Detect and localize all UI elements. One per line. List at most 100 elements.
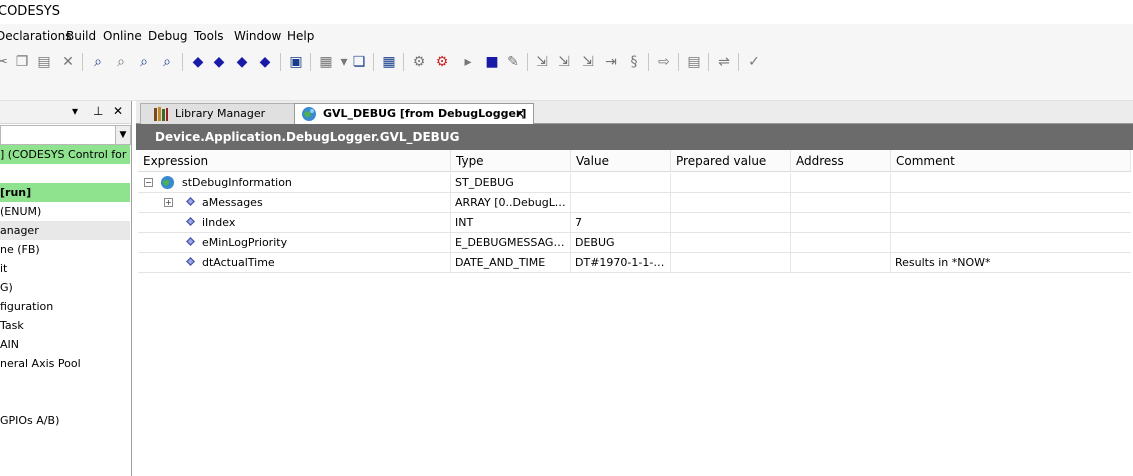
variable-icon — [186, 257, 195, 266]
tree-item-axis-pool[interactable]: neral Axis Pool — [0, 354, 130, 373]
cell-prepared-value[interactable] — [671, 173, 791, 192]
column-prepared-value[interactable]: Prepared value — [671, 150, 791, 172]
cell-prepared-value[interactable] — [671, 193, 791, 212]
expand-icon[interactable]: + — [164, 198, 173, 207]
force-values-icon[interactable]: ⇌ — [716, 54, 732, 70]
tree-item-unit[interactable]: it — [0, 259, 130, 278]
menu-window[interactable]: Window — [234, 29, 281, 43]
library-icon — [154, 107, 168, 121]
add-object-icon[interactable]: ▦ — [318, 54, 334, 70]
cell-type: INT — [451, 213, 571, 232]
close-pane-icon[interactable]: ✕ — [113, 104, 123, 118]
title-bar: CODESYS — [0, 0, 1133, 24]
cell-comment — [891, 233, 1131, 252]
device-selector[interactable]: ▼ — [0, 125, 131, 145]
logout-icon[interactable]: ◆ — [211, 54, 227, 70]
tab-library-manager[interactable]: Library Manager — [140, 103, 298, 124]
cell-prepared-value[interactable] — [671, 253, 791, 272]
tree-item-device[interactable]: ] (CODESYS Control for Raspberry Pi) — [0, 145, 130, 164]
close-tab-icon[interactable]: ✕ — [515, 104, 525, 124]
tree-item-gpios[interactable]: GPIOs A/B) — [0, 411, 130, 430]
column-type[interactable]: Type — [451, 150, 571, 172]
menu-bar: Declarations Build Online Debug Tools Wi… — [0, 24, 1133, 48]
step-over-icon[interactable]: ⇲ — [556, 54, 572, 70]
find-icon[interactable]: ⌕ — [90, 54, 106, 70]
pin-icon[interactable]: ⊥ — [93, 104, 103, 118]
cut-icon[interactable]: ✂ — [0, 54, 10, 70]
menu-build[interactable]: Build — [66, 29, 96, 43]
cell-comment: Results in *NOW* — [895, 256, 991, 269]
cell-address — [791, 213, 891, 232]
find-replace-icon[interactable]: ⌕ — [113, 54, 129, 70]
device-icon[interactable]: ▣ — [288, 54, 304, 70]
tab-library-manager-label: Library Manager — [175, 107, 266, 120]
table-row[interactable]: + aMessages ARRAY [0..DebugLo... — [138, 193, 1131, 213]
rebuild-icon[interactable]: ◆ — [234, 54, 250, 70]
pane-menu-icon[interactable]: ▾ — [72, 104, 78, 118]
table-row[interactable]: eMinLogPriority E_DEBUGMESSAGEP... DEBUG — [138, 233, 1131, 253]
properties-icon[interactable]: ❏ — [351, 54, 367, 70]
reset-icon[interactable]: ✎ — [505, 54, 521, 70]
column-expression[interactable]: Expression — [138, 150, 451, 172]
unforce-icon[interactable]: ✓ — [746, 54, 762, 70]
tree-item-library-manager[interactable]: anager — [0, 221, 130, 240]
menu-online[interactable]: Online — [103, 29, 142, 43]
tree-item-prg[interactable]: G) — [0, 278, 130, 297]
devices-pane: ▾ ⊥ ✕ ▼ ] (CODESYS Control for Raspberry… — [0, 101, 132, 476]
paste-icon[interactable]: ▤ — [36, 54, 52, 70]
online-login-icon[interactable]: ⚙ — [411, 54, 427, 70]
table-row[interactable]: dtActualTime DATE_AND_TIME DT#1970-1-1-0… — [138, 253, 1131, 273]
collapse-icon[interactable]: − — [144, 178, 153, 187]
variable-icon — [186, 237, 195, 246]
login-icon[interactable]: ◆ — [190, 54, 206, 70]
dropdown-icon[interactable]: ▾ — [336, 54, 352, 70]
column-comment[interactable]: Comment — [891, 150, 1131, 172]
cell-value[interactable] — [571, 173, 671, 192]
cell-type: DATE_AND_TIME — [451, 253, 571, 272]
tree-item-task[interactable]: Task — [0, 316, 130, 335]
write-values-icon[interactable]: ▤ — [686, 54, 702, 70]
cell-comment — [891, 193, 1131, 212]
menu-debug[interactable]: Debug — [148, 29, 187, 43]
step-out-icon[interactable]: ⇥ — [603, 54, 619, 70]
column-address[interactable]: Address — [791, 150, 891, 172]
table-row[interactable]: − stDebugInformation ST_DEBUG — [138, 173, 1131, 193]
menu-help[interactable]: Help — [287, 29, 314, 43]
stop-icon[interactable]: ■ — [484, 54, 500, 70]
toolbar: ✂ ❐ ▤ ✕ ⌕ ⌕ ⌕ ⌕ ◆ ◆ ◆ ◆ ▣ ▦ ▾ ❏ ▦ ⚙ ⚙ ▸ … — [0, 48, 1133, 101]
find-previous-icon[interactable]: ⌕ — [159, 54, 175, 70]
column-value[interactable]: Value — [571, 150, 671, 172]
cell-value[interactable]: 7 — [571, 213, 671, 232]
table-row[interactable]: iIndex INT 7 — [138, 213, 1131, 233]
online-logout-icon[interactable]: ⚙ — [434, 54, 450, 70]
watch-grid: Expression Type Value Prepared value Add… — [138, 150, 1131, 273]
devices-pane-header: ▾ ⊥ ✕ — [0, 101, 131, 124]
tab-gvl-debug[interactable]: GVL_DEBUG [from DebugLogger] ✕ — [294, 103, 534, 124]
tree-item-enum[interactable]: (ENUM) — [0, 202, 130, 221]
find-next-icon[interactable]: ⌕ — [136, 54, 152, 70]
step-into-icon[interactable]: ⇲ — [580, 54, 596, 70]
cell-address — [791, 233, 891, 252]
cell-type: E_DEBUGMESSAGEP... — [451, 233, 571, 252]
cell-value[interactable]: DEBUG — [571, 233, 671, 252]
menu-declarations[interactable]: Declarations — [0, 29, 71, 43]
cell-prepared-value[interactable] — [671, 233, 791, 252]
tree-item-fb[interactable]: ne (FB) — [0, 240, 130, 259]
cell-prepared-value[interactable] — [671, 213, 791, 232]
cell-address — [791, 193, 891, 212]
delete-icon[interactable]: ✕ — [60, 54, 76, 70]
menu-tools[interactable]: Tools — [194, 29, 224, 43]
login-device-icon[interactable]: ▦ — [381, 54, 397, 70]
breakpoint-icon[interactable]: ⇲ — [534, 54, 550, 70]
show-next-statement-icon[interactable]: ⇨ — [656, 54, 672, 70]
tree-item-main[interactable]: AIN — [0, 335, 130, 354]
tree-item-task-configuration[interactable]: figuration — [0, 297, 130, 316]
cell-value[interactable] — [571, 193, 671, 212]
tree-item-application[interactable]: [run] — [0, 183, 130, 202]
clean-icon[interactable]: ◆ — [257, 54, 273, 70]
chevron-down-icon[interactable]: ▼ — [115, 126, 130, 144]
start-icon[interactable]: ▸ — [460, 54, 476, 70]
run-to-cursor-icon[interactable]: § — [626, 54, 642, 70]
copy-icon[interactable]: ❐ — [14, 54, 30, 70]
cell-value[interactable]: DT#1970-1-1-0:... — [571, 253, 671, 272]
